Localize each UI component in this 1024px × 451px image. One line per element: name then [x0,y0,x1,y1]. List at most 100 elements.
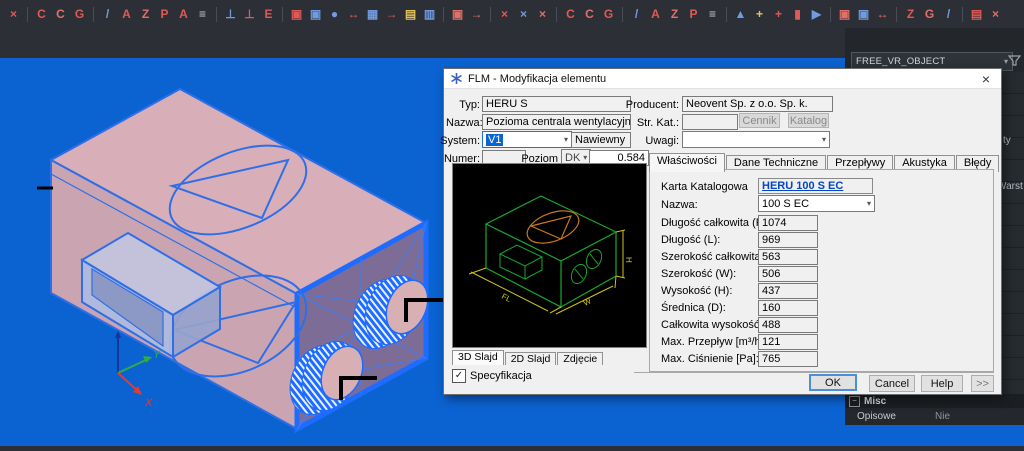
nazwa-field[interactable]: Pozioma centrala wentylacyjna Heru S [482,114,631,130]
preview-tab[interactable]: 3D Slajd [452,350,504,365]
toolbar-icon[interactable]: + [750,5,769,24]
toolbar-icon[interactable]: ↔ [344,5,363,24]
ventilation-unit-model[interactable] [37,89,443,429]
toolbar-icon-glyph: ▣ [452,7,463,21]
toolbar-icon[interactable]: ▲ [731,5,750,24]
property-value-field[interactable]: 969 [758,232,818,248]
toolbar-icon[interactable]: E [259,5,278,24]
toolbar-icon[interactable]: × [4,5,23,24]
toolbar-icon[interactable]: ▶ [807,5,826,24]
toolbar-icon[interactable]: Z [901,5,920,24]
toolbar-icon[interactable]: C [561,5,580,24]
toolbar-icon[interactable]: ▥ [420,5,439,24]
katalog-button[interactable]: Katalog [788,113,829,128]
chevron-down-icon[interactable]: ▾ [819,135,829,144]
toolbar-icon[interactable] [212,5,221,24]
toolbar-icon[interactable]: → [382,5,401,24]
toolbar-icon[interactable] [958,5,967,24]
typ-field[interactable]: HERU S [482,96,631,112]
toolbar-icon[interactable] [552,5,561,24]
toolbar-icon[interactable] [486,5,495,24]
palette-property-row[interactable]: Opisowe Nie [845,409,1024,424]
property-value-field[interactable]: 506 [758,266,818,282]
toolbar-icon[interactable]: A [117,5,136,24]
toolbar-icon[interactable] [439,5,448,24]
cennik-button[interactable]: Cennik [739,113,780,128]
toolbar-icon[interactable] [826,5,835,24]
more-button[interactable]: >> [971,375,994,392]
toolbar-icon[interactable]: ≡ [193,5,212,24]
property-value-field[interactable]: 437 [758,283,818,299]
toolbar-icon[interactable]: ⊥ [240,5,259,24]
ok-button[interactable]: OK [809,374,857,391]
dialog-tab[interactable]: Właściwości [649,153,725,172]
property-value-field[interactable]: 765 [758,351,818,367]
property-value-field[interactable]: 1074 [758,215,818,231]
toolbar-icon[interactable]: A [646,5,665,24]
system-combo[interactable]: V1 ▾ [482,131,572,148]
close-icon[interactable]: × [971,69,1001,88]
toolbar-icon[interactable]: ↔ [873,5,892,24]
toolbar-icon[interactable]: × [495,5,514,24]
nazwa2-label: Nazwa: [661,199,771,211]
toolbar-icon[interactable]: × [533,5,552,24]
toolbar-icon[interactable] [618,5,627,24]
toolbar-icon[interactable]: G [70,5,89,24]
property-value-field[interactable]: 563 [758,249,818,265]
chevron-down-icon[interactable]: ▾ [864,199,874,208]
toolbar-icon[interactable]: C [580,5,599,24]
preview-tab[interactable]: Zdjęcie [557,352,603,365]
misc-section-header[interactable]: − Misc [845,394,1024,408]
property-value-field[interactable]: 488 [758,317,818,333]
toolbar-icon[interactable] [722,5,731,24]
toolbar-icon-glyph: ▣ [291,7,302,21]
toolbar-icon[interactable] [23,5,32,24]
collapse-icon[interactable]: − [849,396,860,407]
chevron-down-icon[interactable]: ▾ [561,135,571,144]
help-button[interactable]: Help [921,375,963,392]
toolbar-icon[interactable]: ▤ [967,5,986,24]
toolbar-icon[interactable]: / [627,5,646,24]
toolbar-icon[interactable]: C [51,5,70,24]
toolbar-icon[interactable]: ⊥ [221,5,240,24]
toolbar-icon[interactable]: Z [136,5,155,24]
toolbar-icon[interactable]: ▣ [306,5,325,24]
karta-katalogowa-link[interactable]: HERU 100 S EC [762,180,843,192]
toolbar-icon[interactable]: / [98,5,117,24]
toolbar-icon[interactable]: ▣ [287,5,306,24]
filter-funnel-icon[interactable] [1008,54,1021,67]
toolbar-icon[interactable]: A [174,5,193,24]
toolbar-icon[interactable]: Z [665,5,684,24]
toolbar-icon[interactable]: + [769,5,788,24]
toolbar-icon[interactable]: ▦ [363,5,382,24]
toolbar-icon[interactable]: / [939,5,958,24]
toolbar-icon[interactable]: ▤ [401,5,420,24]
toolbar-icon[interactable] [892,5,901,24]
toolbar-icon[interactable]: ≡ [703,5,722,24]
cancel-button[interactable]: Cancel [869,375,915,392]
uwagi-combo[interactable]: ▾ [682,131,830,148]
toolbar-icon[interactable]: G [599,5,618,24]
toolbar-icon[interactable]: ▮ [788,5,807,24]
toolbar-icon[interactable]: ▣ [448,5,467,24]
toolbar-icon[interactable]: P [155,5,174,24]
dialog-titlebar[interactable]: FLM - Modyfikacja elementu [444,69,1001,89]
toolbar-icon[interactable]: ● [325,5,344,24]
toolbar-icon[interactable]: ▣ [854,5,873,24]
preview-wireframe-scene: FL W H [453,164,646,347]
property-value-field[interactable]: 121 [758,334,818,350]
toolbar-icon[interactable]: → [467,5,486,24]
toolbar-icon[interactable]: × [514,5,533,24]
toolbar-icon[interactable]: × [986,5,1005,24]
toolbar-icon[interactable] [278,5,287,24]
toolbar-icon[interactable] [89,5,98,24]
property-value-field[interactable]: 160 [758,300,818,316]
toolbar-icon[interactable]: ▣ [835,5,854,24]
preview-tab[interactable]: 2D Slajd [505,352,557,365]
toolbar-icon[interactable]: G [920,5,939,24]
strkat-field[interactable] [682,114,738,130]
checkbox-checked-icon[interactable]: ✓ [452,369,466,383]
toolbar-icon[interactable]: C [32,5,51,24]
toolbar-icon[interactable]: P [684,5,703,24]
nazwa-select[interactable]: 100 S EC ▾ [758,195,875,212]
